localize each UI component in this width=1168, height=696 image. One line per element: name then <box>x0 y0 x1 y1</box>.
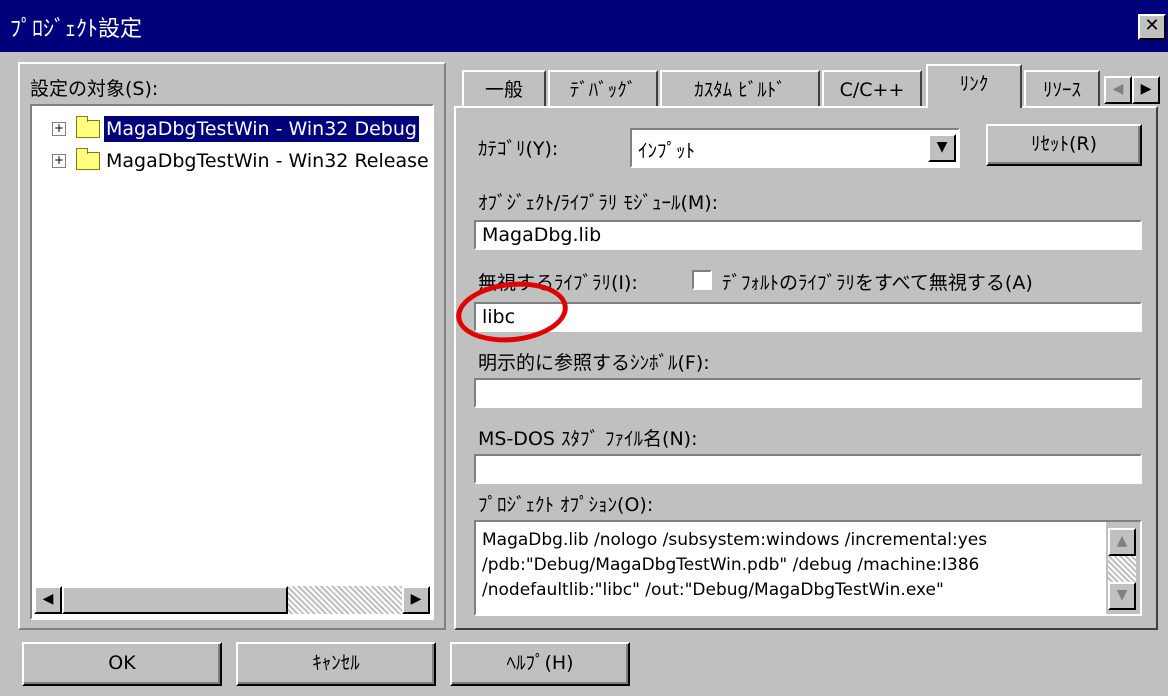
tree-item-debug[interactable]: + MagaDbgTestWin - Win32 Debug <box>52 116 432 142</box>
reset-button[interactable]: ﾘｾｯﾄ(R) <box>986 124 1142 166</box>
tree-horizontal-scrollbar[interactable]: ◀ ▶ <box>34 586 430 614</box>
close-button[interactable]: ✕ <box>1138 14 1166 40</box>
cancel-button[interactable]: ｷｬﾝｾﾙ <box>236 642 436 686</box>
tab-scroll-right-icon[interactable]: ▶ <box>1132 76 1160 104</box>
tab-custom-build[interactable]: ｶｽﾀﾑ ﾋﾞﾙﾄﾞ <box>660 70 820 108</box>
tab-debug[interactable]: ﾃﾞﾊﾞｯｸﾞ <box>548 70 658 108</box>
category-label: ｶﾃｺﾞﾘ(Y): <box>478 138 559 160</box>
tab-resource[interactable]: ﾘｿｰｽ <box>1024 70 1100 108</box>
tab-scroll-left-icon[interactable]: ◀ <box>1104 76 1132 104</box>
folder-icon <box>76 148 100 170</box>
options-line: MagaDbg.lib /nologo /subsystem:windows /… <box>482 530 988 550</box>
scroll-thumb[interactable] <box>62 586 288 614</box>
tab-label: C/C++ <box>839 79 905 101</box>
tab-general[interactable]: 一般 <box>462 70 546 108</box>
chevron-down-icon[interactable]: ▼ <box>928 134 956 162</box>
tab-label: ﾘｿｰｽ <box>1042 79 1081 101</box>
tab-cpp[interactable]: C/C++ <box>822 70 922 108</box>
project-options-label: ﾌﾟﾛｼﾞｪｸﾄ ｵﾌﾟｼｮﾝ(O): <box>478 494 654 516</box>
folder-icon <box>76 116 100 138</box>
scroll-left-icon[interactable]: ◀ <box>34 586 62 614</box>
window-title: ﾌﾟﾛｼﾞｪｸﾄ設定 <box>10 17 143 42</box>
tab-label: ﾃﾞﾊﾞｯｸﾞ <box>569 79 637 101</box>
options-scrollbar[interactable]: ▲ ▼ <box>1106 522 1140 614</box>
tree-item-release[interactable]: + MagaDbgTestWin - Win32 Release <box>52 148 432 174</box>
options-line: /pdb:"Debug/MagaDbgTestWin.pdb" /debug /… <box>482 555 980 575</box>
scroll-track[interactable] <box>288 586 402 614</box>
tab-label: ﾘﾝｸ <box>959 73 989 95</box>
expand-icon[interactable]: + <box>52 154 66 168</box>
object-library-label: ｵﾌﾞｼﾞｪｸﾄ/ﾗｲﾌﾞﾗﾘ ﾓｼﾞｭｰﾙ(M): <box>478 192 719 214</box>
ignore-all-default-checkbox[interactable] <box>692 270 712 290</box>
scroll-down-icon[interactable]: ▼ <box>1108 582 1136 610</box>
tree-item-label: MagaDbgTestWin - Win32 Debug <box>104 116 419 142</box>
settings-target-label: 設定の対象(S): <box>30 78 159 100</box>
explicit-symbols-label: 明示的に参照するｼﾝﾎﾞﾙ(F): <box>478 352 710 374</box>
ok-button[interactable]: OK <box>22 642 222 686</box>
tree-item-label: MagaDbgTestWin - Win32 Release <box>106 150 429 172</box>
stub-file-input[interactable] <box>474 454 1142 484</box>
tab-label: ｶｽﾀﾑ ﾋﾞﾙﾄﾞ <box>694 79 786 101</box>
tab-label: 一般 <box>484 79 523 101</box>
ignore-all-default-label: ﾃﾞﾌｫﾙﾄのﾗｲﾌﾞﾗﾘをすべて無視する(A) <box>722 272 1033 294</box>
title-bar[interactable] <box>0 0 1168 52</box>
project-options-textarea[interactable]: MagaDbg.lib /nologo /subsystem:windows /… <box>474 520 1142 616</box>
category-value: ｲﾝﾌﾟｯﾄ <box>638 140 696 162</box>
scroll-up-icon[interactable]: ▲ <box>1108 528 1136 556</box>
object-library-input[interactable]: MagaDbg.lib <box>474 220 1142 250</box>
expand-icon[interactable]: + <box>52 122 66 136</box>
explicit-symbols-input[interactable] <box>474 378 1142 408</box>
target-tree[interactable]: + MagaDbgTestWin - Win32 Debug + MagaDbg… <box>30 104 434 620</box>
category-select[interactable]: ｲﾝﾌﾟｯﾄ ▼ <box>630 128 960 168</box>
stub-file-label: MS-DOS ｽﾀﾌﾞ ﾌｧｲﾙ名(N): <box>478 428 698 450</box>
scroll-track[interactable] <box>1108 556 1136 582</box>
close-icon: ✕ <box>1144 15 1160 36</box>
options-line: /nodefaultlib:"libc" /out:"Debug/MagaDbg… <box>482 580 944 600</box>
tab-link[interactable]: ﾘﾝｸ <box>926 64 1022 108</box>
scroll-right-icon[interactable]: ▶ <box>402 586 430 614</box>
ignore-libraries-input[interactable]: libc <box>474 302 1142 332</box>
help-button[interactable]: ﾍﾙﾌﾟ(H) <box>450 642 630 686</box>
